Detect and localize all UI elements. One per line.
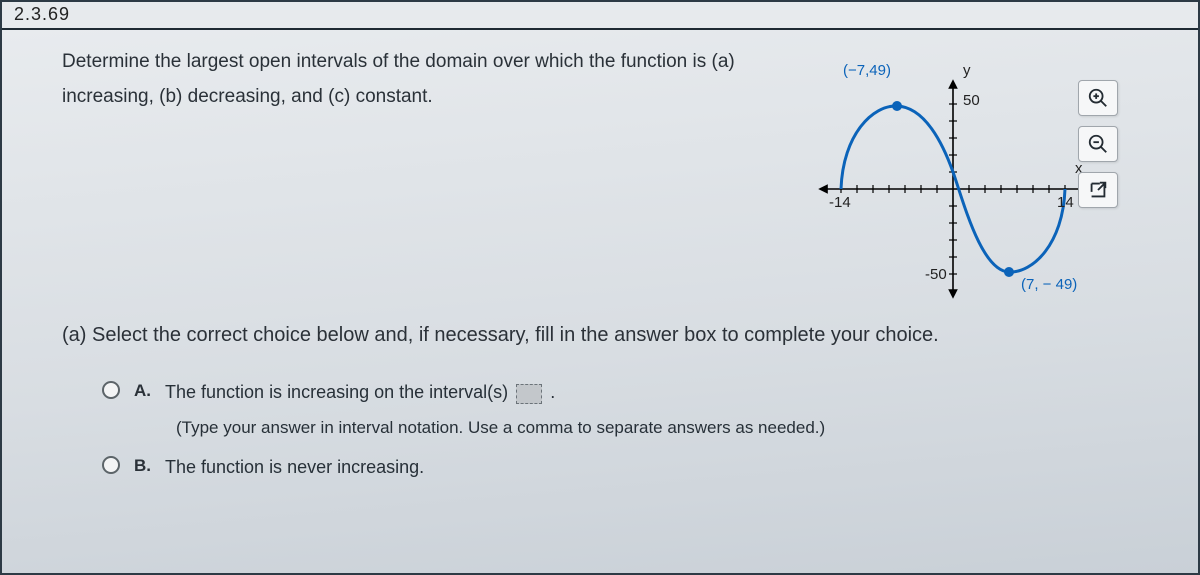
zoom-out-icon <box>1087 133 1109 155</box>
question-text: Determine the largest open intervals of … <box>62 44 822 114</box>
option-b-text: The function is never increasing. <box>165 452 424 483</box>
option-a-text: The function is increasing on the interv… <box>165 377 555 408</box>
zoom-in-button[interactable] <box>1078 80 1118 116</box>
option-b-letter: B. <box>134 456 151 476</box>
option-a-radio[interactable] <box>102 381 120 399</box>
y-axis-label: y <box>963 62 971 79</box>
popout-button[interactable] <box>1078 172 1118 208</box>
graph-svg <box>813 74 1088 304</box>
y-tick-pos: 50 <box>963 92 980 109</box>
graph-plot: (−7,49) (7, − 49) y x 50 -50 -14 14 <box>813 74 1088 304</box>
option-a-text-after: . <box>550 382 555 402</box>
option-a-letter: A. <box>134 381 151 401</box>
question-header: 2.3.69 <box>2 2 1198 30</box>
question-panel: 2.3.69 Determine the largest open interv… <box>0 0 1200 575</box>
graph-point2-label: (7, − 49) <box>1021 276 1077 293</box>
option-a-row[interactable]: A. The function is increasing on the int… <box>102 377 1158 408</box>
answer-input-box[interactable] <box>516 384 542 404</box>
part-a-prompt: (a) Select the correct choice below and,… <box>62 324 1092 347</box>
option-b-row[interactable]: B. The function is never increasing. <box>102 452 1158 483</box>
zoom-in-icon <box>1087 87 1109 109</box>
x-tick-pos: 14 <box>1057 194 1074 211</box>
y-tick-neg: -50 <box>925 266 947 283</box>
option-a-hint: (Type your answer in interval notation. … <box>176 418 1158 438</box>
option-b-radio[interactable] <box>102 456 120 474</box>
popout-icon <box>1087 179 1109 201</box>
x-tick-neg: -14 <box>829 194 851 211</box>
graph-point1-label: (−7,49) <box>843 62 891 79</box>
option-a-text-before: The function is increasing on the interv… <box>165 382 508 402</box>
question-number: 2.3.69 <box>2 2 1198 27</box>
zoom-out-button[interactable] <box>1078 126 1118 162</box>
